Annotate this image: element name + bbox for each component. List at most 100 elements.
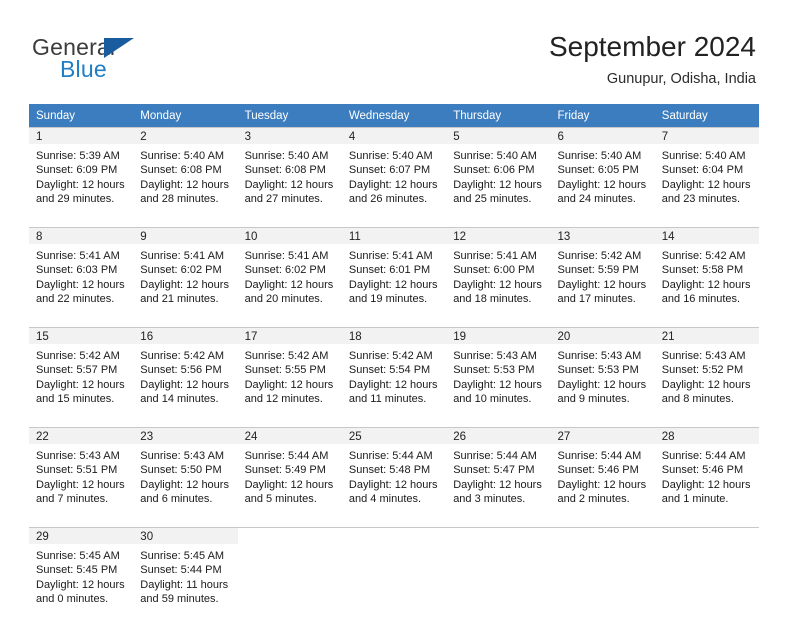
calendar-day-cell[interactable]: 21 Sunrise: 5:43 AM Sunset: 5:52 PM Dayligh…: [654, 327, 760, 417]
day-details: Sunrise: 5:44 AM Sunset: 5:48 PM Daylight:…: [342, 444, 446, 507]
day-sunset-text: Sunset: 6:06 PM: [453, 164, 535, 177]
calendar-day-cell[interactable]: 15 Sunrise: 5:42 AM Sunset: 5:57 PM Dayligh…: [29, 327, 134, 417]
day-daylight-text: and 29 minutes.: [36, 193, 115, 206]
calendar-day-cell[interactable]: 26 Sunrise: 5:44 AM Sunset: 5:47 PM Dayligh…: [446, 427, 551, 517]
day-daylight-text: Daylight: 12 hours: [36, 178, 125, 191]
calendar-day-cell[interactable]: 20 Sunrise: 5:43 AM Sunset: 5:53 PM Dayligh…: [550, 327, 655, 417]
day-sunrise-text: Sunrise: 5:41 AM: [244, 250, 329, 262]
day-sunrise-text: Sunrise: 5:42 AM: [557, 250, 642, 262]
day-sunset-text: Sunset: 6:08 PM: [140, 164, 222, 177]
day-number: 1: [29, 127, 134, 144]
title-block: September 2024 Gunupur, Odisha, India: [549, 30, 756, 88]
day-daylight-text: Daylight: 12 hours: [36, 278, 125, 291]
calendar-day-cell[interactable]: 25 Sunrise: 5:44 AM Sunset: 5:48 PM Dayligh…: [341, 427, 447, 517]
page-header: General Blue September 2024 Gunupur, Odi…: [0, 0, 792, 100]
calendar-day-cell[interactable]: 2 Sunrise: 5:40 AM Sunset: 6:08 PM Daylight…: [133, 127, 238, 217]
week-spacer-cell: [446, 317, 551, 327]
calendar-day-cell[interactable]: 22 Sunrise: 5:43 AM Sunset: 5:51 PM Dayligh…: [29, 427, 134, 517]
calendar-day-cell[interactable]: 1 Sunrise: 5:39 AM Sunset: 6:09 PM Daylight…: [29, 127, 134, 217]
day-details: Sunrise: 5:41 AM Sunset: 6:03 PM Daylight:…: [29, 244, 133, 307]
day-daylight-text: and 21 minutes.: [140, 293, 219, 306]
weekday-header-tuesday: Tuesday: [237, 104, 342, 127]
calendar-day-cell[interactable]: 27 Sunrise: 5:44 AM Sunset: 5:46 PM Dayligh…: [550, 427, 655, 517]
week-spacer-cell: [550, 517, 655, 527]
day-daylight-text: and 0 minutes.: [36, 593, 109, 606]
day-daylight-text: and 27 minutes.: [244, 193, 323, 206]
week-spacer-row: [29, 317, 760, 327]
day-daylight-text: Daylight: 12 hours: [348, 278, 438, 291]
day-sunrise-text: Sunrise: 5:40 AM: [661, 150, 746, 162]
day-number: 14: [654, 227, 760, 244]
day-number: 19: [446, 327, 551, 344]
day-details: Sunrise: 5:41 AM Sunset: 6:02 PM Daylight:…: [133, 244, 237, 307]
calendar-day-cell[interactable]: 8 Sunrise: 5:41 AM Sunset: 6:03 PM Daylight…: [29, 227, 134, 317]
day-number: 11: [341, 227, 447, 244]
day-number: 24: [237, 427, 342, 444]
day-details: Sunrise: 5:42 AM Sunset: 5:58 PM Daylight:…: [655, 244, 759, 307]
day-number: [446, 527, 551, 544]
calendar-day-cell[interactable]: 3 Sunrise: 5:40 AM Sunset: 6:08 PM Daylight…: [237, 127, 342, 217]
day-number: 16: [133, 327, 238, 344]
calendar-day-cell[interactable]: 29 Sunrise: 5:45 AM Sunset: 5:45 PM Dayligh…: [29, 527, 134, 617]
calendar-day-cell[interactable]: 14 Sunrise: 5:42 AM Sunset: 5:58 PM Dayligh…: [654, 227, 760, 317]
day-daylight-text: and 1 minute.: [661, 493, 729, 506]
calendar-day-cell[interactable]: 10 Sunrise: 5:41 AM Sunset: 6:02 PM Dayligh…: [237, 227, 342, 317]
day-details: Sunrise: 5:40 AM Sunset: 6:08 PM Daylight:…: [133, 144, 237, 207]
week-spacer-cell: [446, 217, 551, 227]
day-daylight-text: and 26 minutes.: [348, 193, 428, 206]
calendar-week-row: 15 Sunrise: 5:42 AM Sunset: 5:57 PM Dayligh…: [29, 327, 760, 417]
calendar-day-cell[interactable]: 4 Sunrise: 5:40 AM Sunset: 6:07 PM Daylight…: [341, 127, 447, 217]
calendar-day-cell[interactable]: 18 Sunrise: 5:42 AM Sunset: 5:54 PM Dayligh…: [341, 327, 447, 417]
day-sunset-text: Sunset: 5:47 PM: [453, 464, 535, 477]
calendar-day-cell[interactable]: 30 Sunrise: 5:45 AM Sunset: 5:44 PM Dayligh…: [133, 527, 238, 617]
calendar-day-cell[interactable]: 19 Sunrise: 5:43 AM Sunset: 5:53 PM Dayligh…: [446, 327, 551, 417]
calendar-grid: Sunday Monday Tuesday Wednesday Thursday…: [29, 104, 760, 617]
day-number: 3: [237, 127, 342, 144]
calendar-day-cell[interactable]: 5 Sunrise: 5:40 AM Sunset: 6:06 PM Daylight…: [446, 127, 551, 217]
calendar-day-cell[interactable]: 12 Sunrise: 5:41 AM Sunset: 6:00 PM Dayligh…: [446, 227, 551, 317]
calendar-empty-cell: [446, 527, 551, 617]
day-daylight-text: Daylight: 12 hours: [453, 278, 542, 291]
day-details: Sunrise: 5:44 AM Sunset: 5:47 PM Daylight:…: [446, 444, 550, 507]
calendar-day-cell[interactable]: 23 Sunrise: 5:43 AM Sunset: 5:50 PM Dayligh…: [133, 427, 238, 517]
day-number: [341, 527, 447, 544]
day-details: Sunrise: 5:40 AM Sunset: 6:06 PM Daylight:…: [446, 144, 550, 207]
day-number: 21: [654, 327, 760, 344]
calendar-day-cell[interactable]: 11 Sunrise: 5:41 AM Sunset: 6:01 PM Dayligh…: [341, 227, 447, 317]
day-details: Sunrise: 5:43 AM Sunset: 5:51 PM Daylight:…: [29, 444, 133, 507]
day-number: 2: [133, 127, 238, 144]
day-daylight-text: Daylight: 12 hours: [140, 478, 229, 491]
day-sunrise-text: Sunrise: 5:40 AM: [557, 150, 642, 162]
day-sunrise-text: Sunrise: 5:39 AM: [36, 150, 120, 162]
day-details: Sunrise: 5:43 AM Sunset: 5:52 PM Daylight:…: [655, 344, 759, 407]
day-number: 27: [550, 427, 655, 444]
calendar-day-cell[interactable]: 7 Sunrise: 5:40 AM Sunset: 6:04 PM Daylight…: [654, 127, 760, 217]
page-subtitle: Gunupur, Odisha, India: [606, 71, 756, 87]
day-daylight-text: Daylight: 12 hours: [36, 478, 125, 491]
brand-logo[interactable]: General Blue: [32, 34, 252, 90]
day-daylight-text: and 24 minutes.: [557, 193, 636, 206]
calendar-day-cell[interactable]: 16 Sunrise: 5:42 AM Sunset: 5:56 PM Dayligh…: [133, 327, 238, 417]
day-sunset-text: Sunset: 5:50 PM: [140, 464, 222, 477]
calendar-day-cell[interactable]: 24 Sunrise: 5:44 AM Sunset: 5:49 PM Dayligh…: [237, 427, 342, 517]
day-number: 18: [341, 327, 447, 344]
calendar-day-cell[interactable]: 6 Sunrise: 5:40 AM Sunset: 6:05 PM Daylight…: [550, 127, 655, 217]
day-details: Sunrise: 5:40 AM Sunset: 6:08 PM Daylight:…: [238, 144, 342, 207]
calendar-day-cell[interactable]: 9 Sunrise: 5:41 AM Sunset: 6:02 PM Daylight…: [133, 227, 238, 317]
day-daylight-text: and 19 minutes.: [348, 293, 428, 306]
calendar-empty-cell: [341, 527, 447, 617]
day-daylight-text: and 16 minutes.: [661, 293, 741, 306]
weekday-header-friday: Friday: [550, 104, 655, 127]
day-number: 30: [133, 527, 238, 544]
calendar-day-cell[interactable]: 13 Sunrise: 5:42 AM Sunset: 5:59 PM Dayligh…: [550, 227, 655, 317]
day-sunrise-text: Sunrise: 5:44 AM: [557, 450, 642, 462]
day-daylight-text: Daylight: 12 hours: [661, 478, 751, 491]
day-number: 28: [654, 427, 760, 444]
day-number: [550, 527, 655, 544]
week-spacer-cell: [654, 217, 760, 227]
calendar-day-cell[interactable]: 17 Sunrise: 5:42 AM Sunset: 5:55 PM Dayligh…: [237, 327, 342, 417]
day-number: 23: [133, 427, 238, 444]
day-sunset-text: Sunset: 5:52 PM: [661, 364, 744, 377]
calendar-day-cell[interactable]: 28 Sunrise: 5:44 AM Sunset: 5:46 PM Dayligh…: [654, 427, 760, 517]
day-daylight-text: and 9 minutes.: [557, 393, 630, 406]
